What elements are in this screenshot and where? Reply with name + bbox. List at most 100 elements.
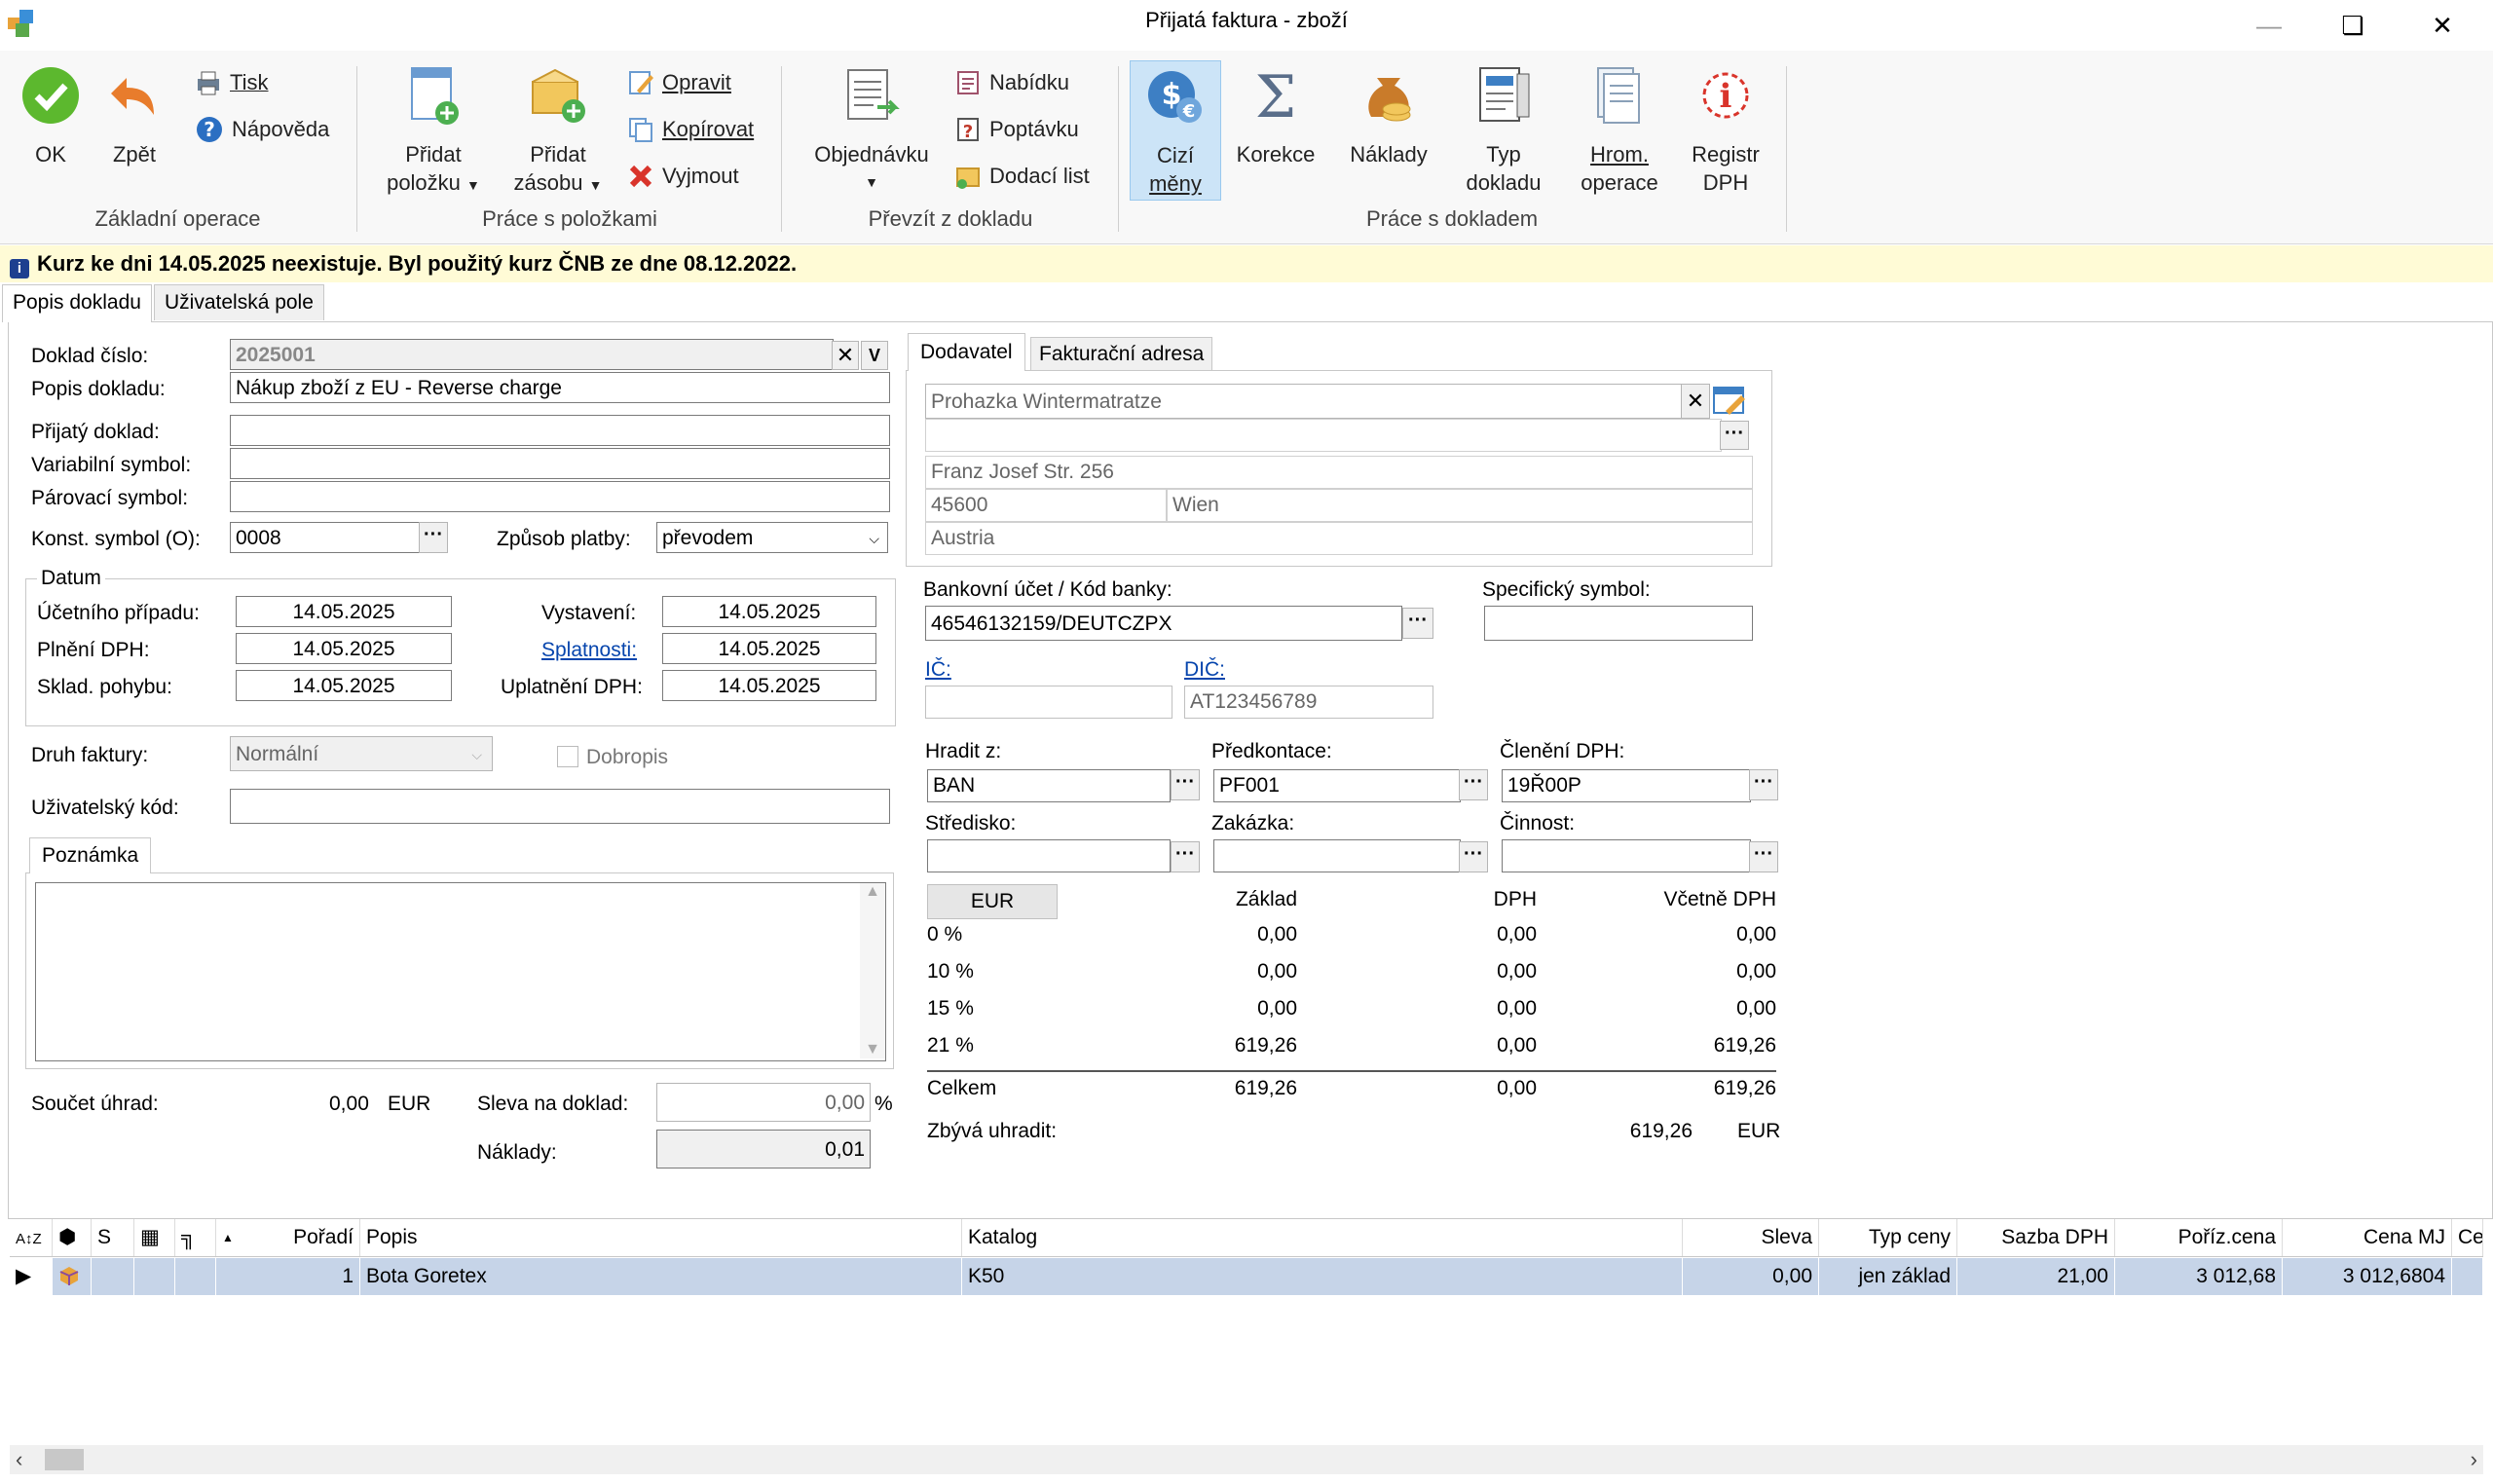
dic-link[interactable]: DIČ: xyxy=(1184,658,1225,682)
type-column[interactable]: ⬢ xyxy=(53,1219,92,1256)
accounting-date-input[interactable]: 14.05.2025 xyxy=(236,596,452,627)
issued-date-input[interactable]: 14.05.2025 xyxy=(662,596,876,627)
activity-picker[interactable]: ··· xyxy=(1749,841,1778,872)
precontact-picker[interactable]: ··· xyxy=(1459,769,1488,800)
currency-badge[interactable]: EUR xyxy=(927,884,1058,919)
column-vat-rate[interactable]: Sazba DPH xyxy=(1957,1219,2115,1256)
tree-column[interactable]: ╗ xyxy=(175,1219,216,1256)
column-s[interactable]: S xyxy=(92,1219,134,1256)
sort-column[interactable]: A↕Z xyxy=(10,1219,53,1256)
supplier-edit-button[interactable] xyxy=(1712,384,1747,419)
vat-apply-input[interactable]: 14.05.2025 xyxy=(662,670,876,701)
dropdown-button[interactable]: V xyxy=(861,341,888,370)
costs-input[interactable]: 0,01 xyxy=(656,1130,871,1169)
pay-from-picker[interactable]: ··· xyxy=(1171,769,1200,800)
ic-input[interactable] xyxy=(925,686,1172,719)
doc-number-input[interactable]: 2025001 xyxy=(230,339,834,370)
inquiry-button[interactable]: ? Poptávku xyxy=(954,113,1079,146)
column-discount[interactable]: Sleva xyxy=(1683,1219,1819,1256)
offer-button[interactable]: Nabídku xyxy=(954,66,1069,99)
scroll-left-icon[interactable]: ‹ xyxy=(16,1447,22,1472)
order-button[interactable]: Objednávku ▼ xyxy=(800,64,943,197)
zip-input[interactable]: 45600 xyxy=(925,489,1167,522)
pay-from-input[interactable]: BAN xyxy=(927,769,1171,802)
add-item-button[interactable]: Přidat položku ▼ xyxy=(376,64,491,200)
bank-account-input[interactable]: 46546132159/DEUTCZPX xyxy=(925,606,1402,641)
supplier-name-input[interactable]: Prohazka Wintermatratze xyxy=(925,384,1683,419)
description-input[interactable]: Nákup zboží z EU - Reverse charge xyxy=(230,372,890,403)
tab-billing-address[interactable]: Fakturační adresa xyxy=(1030,337,1213,371)
column-price-type[interactable]: Typ ceny xyxy=(1819,1219,1957,1256)
ok-button[interactable]: OK xyxy=(12,64,90,168)
back-button[interactable]: Zpět xyxy=(95,64,173,168)
edit-button[interactable]: Opravit xyxy=(627,66,731,99)
supplier-name-2-input[interactable] xyxy=(925,419,1722,452)
variable-symbol-input[interactable] xyxy=(230,448,890,479)
copy-button[interactable]: Kopírovat xyxy=(627,113,754,146)
due-date-input[interactable]: 14.05.2025 xyxy=(662,633,876,664)
print-button[interactable]: Tisk xyxy=(195,66,269,99)
city-input[interactable]: Wien xyxy=(1167,489,1753,522)
due-date-link[interactable]: Splatnosti: xyxy=(541,639,637,662)
scrollbar-thumb[interactable] xyxy=(45,1449,84,1470)
column-unit-price[interactable]: Cena MJ xyxy=(2283,1219,2452,1256)
minimize-button[interactable]: — xyxy=(2240,6,2298,45)
pairing-symbol-input[interactable] xyxy=(230,481,890,512)
correction-button[interactable]: Σ Korekce xyxy=(1229,64,1322,168)
calc-column[interactable]: ▦ xyxy=(134,1219,175,1256)
specific-symbol-input[interactable] xyxy=(1484,606,1753,641)
restore-button[interactable]: ❏ xyxy=(2324,6,2382,45)
close-button[interactable]: ✕ xyxy=(2413,6,2472,45)
contract-picker[interactable]: ··· xyxy=(1459,841,1488,872)
supplier-clear-button[interactable]: ✕ xyxy=(1681,384,1710,419)
column-description[interactable]: Popis xyxy=(360,1219,962,1256)
precontact-input[interactable]: PF001 xyxy=(1213,769,1461,802)
stock-movement-input[interactable]: 14.05.2025 xyxy=(236,670,452,701)
invoice-type-select[interactable]: Normální ⌵ xyxy=(230,736,493,771)
street-input[interactable]: Franz Josef Str. 256 xyxy=(925,456,1753,489)
tab-supplier[interactable]: Dodavatel xyxy=(908,333,1025,371)
help-button[interactable]: ? Nápověda xyxy=(195,113,329,146)
country-input[interactable]: Austria xyxy=(925,522,1753,555)
ellipsis-icon: ··· xyxy=(1408,610,1428,631)
dic-input[interactable]: AT123456789 xyxy=(1184,686,1433,719)
activity-input[interactable] xyxy=(1502,839,1751,872)
column-catalog[interactable]: Katalog xyxy=(962,1219,1683,1256)
discount-input[interactable]: 0,00 xyxy=(656,1083,871,1122)
vat-fulfilment-input[interactable]: 14.05.2025 xyxy=(236,633,452,664)
cut-button[interactable]: Vyjmout xyxy=(627,160,739,193)
vat-class-input[interactable]: 19Ř00P xyxy=(1502,769,1751,802)
center-input[interactable] xyxy=(927,839,1171,872)
column-purchase-price[interactable]: Poříz.cena xyxy=(2115,1219,2283,1256)
tab-note[interactable]: Poznámka xyxy=(29,837,152,873)
const-symbol-picker[interactable]: ··· xyxy=(419,522,448,553)
horizontal-scrollbar[interactable]: ‹ › xyxy=(10,1445,2483,1474)
add-stock-button[interactable]: Přidat zásobu ▼ xyxy=(501,64,615,200)
vat-register-button[interactable]: i Registr DPH xyxy=(1679,64,1772,197)
vat-class-picker[interactable]: ··· xyxy=(1749,769,1778,800)
delivery-note-button[interactable]: Dodací list xyxy=(954,160,1090,193)
column-order[interactable]: ▲ Pořadí xyxy=(216,1219,360,1256)
tab-user-fields[interactable]: Uživatelská pole xyxy=(154,284,324,320)
center-picker[interactable]: ··· xyxy=(1171,841,1200,872)
document-type-button[interactable]: Typ dokladu xyxy=(1455,64,1552,197)
scroll-right-icon[interactable]: › xyxy=(2471,1447,2477,1472)
supplier-more-button[interactable]: ··· xyxy=(1720,421,1749,450)
table-row[interactable]: ▶ 1 Bota Goretex K50 0,00 jen základ 21,… xyxy=(10,1258,2483,1295)
tab-document-description[interactable]: Popis dokladu xyxy=(2,284,152,322)
user-code-input[interactable] xyxy=(230,789,890,824)
costs-button[interactable]: Náklady xyxy=(1342,64,1435,168)
const-symbol-input[interactable]: 0008 xyxy=(230,522,421,553)
contract-input[interactable] xyxy=(1213,839,1461,872)
clear-button[interactable]: ✕ xyxy=(832,341,859,370)
ic-link[interactable]: IČ: xyxy=(925,658,951,682)
credit-note-checkbox[interactable] xyxy=(557,746,578,767)
bulk-operations-button[interactable]: Hrom. operace xyxy=(1568,64,1671,197)
note-scrollbar[interactable]: ▲ ▼ xyxy=(860,883,885,1058)
column-cen[interactable]: Cen xyxy=(2452,1219,2483,1256)
bank-account-picker[interactable]: ··· xyxy=(1402,608,1433,639)
note-textarea[interactable]: ▲ ▼ xyxy=(35,882,886,1061)
payment-method-select[interactable]: převodem ⌵ xyxy=(656,522,888,553)
received-doc-input[interactable] xyxy=(230,415,890,446)
foreign-currency-button[interactable]: $ € Cizí měny xyxy=(1130,60,1221,201)
